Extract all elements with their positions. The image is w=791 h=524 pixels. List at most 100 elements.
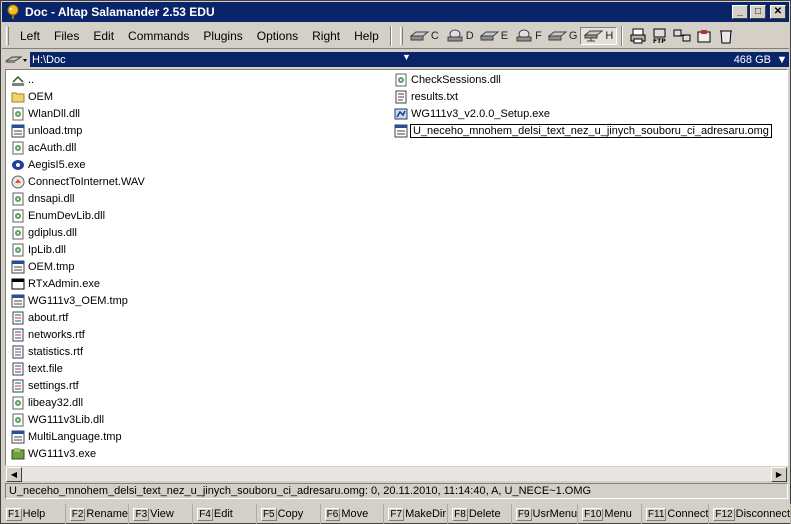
file-item[interactable]: OEM.tmp bbox=[6, 258, 145, 275]
file-item[interactable]: WG111v3_OEM.tmp bbox=[6, 292, 145, 309]
dll-icon bbox=[11, 141, 25, 155]
fkey-makedir-button[interactable]: F7 MakeDir bbox=[384, 504, 449, 524]
file-item[interactable]: RTxAdmin.exe bbox=[6, 275, 145, 292]
file-item[interactable]: unload.tmp bbox=[6, 122, 145, 139]
horizontal-scrollbar[interactable]: ◀ ▶ bbox=[5, 466, 788, 482]
fkey-key: F2 bbox=[69, 507, 86, 521]
menu-edit[interactable]: Edit bbox=[86, 27, 121, 45]
drive-button-g[interactable]: G bbox=[545, 27, 581, 45]
file-item[interactable]: IpLib.dll bbox=[6, 241, 145, 258]
file-name: ConnectToInternet.WAV bbox=[28, 175, 145, 188]
file-item[interactable]: ConnectToInternet.WAV bbox=[6, 173, 145, 190]
file-item[interactable]: libeay32.dll bbox=[6, 394, 145, 411]
file-name: libeay32.dll bbox=[28, 396, 84, 409]
current-path: H:\Doc bbox=[32, 53, 66, 66]
fkey-rename-button[interactable]: F2 Rename bbox=[66, 504, 130, 524]
fkey-view-button[interactable]: F3 View bbox=[129, 504, 194, 524]
drive-button-c[interactable]: C bbox=[407, 27, 442, 45]
file-item[interactable]: .. bbox=[6, 71, 145, 88]
menu-files[interactable]: Files bbox=[47, 27, 86, 45]
history-dropdown-icon[interactable]: ▼ bbox=[775, 54, 789, 66]
fkey-help-button[interactable]: F1 Help bbox=[2, 504, 66, 524]
file-item[interactable]: WG111v3_v2.0.0_Setup.exe bbox=[389, 105, 771, 122]
tools-icon[interactable] bbox=[694, 26, 714, 46]
doc-icon bbox=[11, 379, 25, 393]
file-item[interactable]: EnumDevLib.dll bbox=[6, 207, 145, 224]
file-item[interactable]: WlanDll.dll bbox=[6, 105, 145, 122]
file-item[interactable]: text.file bbox=[6, 360, 145, 377]
fkey-delete-button[interactable]: F8 Delete bbox=[448, 504, 512, 524]
file-item[interactable]: dnsapi.dll bbox=[6, 190, 145, 207]
audio-icon bbox=[11, 175, 25, 189]
fkey-edit-button[interactable]: F4 Edit bbox=[193, 504, 257, 524]
fkey-connect-button[interactable]: F11 Connect bbox=[642, 504, 710, 524]
menu-help[interactable]: Help bbox=[347, 27, 386, 45]
toolbar-separator bbox=[389, 25, 392, 46]
file-item[interactable]: WG111v3.exe bbox=[6, 445, 145, 462]
recycle-bin-icon[interactable] bbox=[716, 26, 736, 46]
menu-left[interactable]: Left bbox=[13, 27, 47, 45]
hdd-icon bbox=[479, 30, 501, 42]
file-item[interactable]: WG111v3Lib.dll bbox=[6, 411, 145, 428]
scroll-left-icon[interactable]: ◀ bbox=[6, 467, 22, 482]
menu-right[interactable]: Right bbox=[305, 27, 347, 45]
drive-button-h[interactable]: H bbox=[580, 26, 618, 45]
file-item[interactable]: statistics.rtf bbox=[6, 343, 145, 360]
change-drive-button[interactable] bbox=[2, 51, 30, 68]
file-item[interactable]: OEM bbox=[6, 88, 145, 105]
generic-file-icon bbox=[394, 124, 408, 138]
file-item[interactable]: AegisI5.exe bbox=[6, 156, 145, 173]
menu-commands[interactable]: Commands bbox=[121, 27, 196, 45]
drive-letter: F bbox=[535, 29, 542, 42]
ftp-connect-icon[interactable]: FTP bbox=[650, 26, 670, 46]
file-item[interactable]: U_neceho_mnohem_delsi_text_nez_u_jinych_… bbox=[389, 122, 772, 139]
fkey-key: F1 bbox=[6, 507, 22, 521]
file-item[interactable]: CheckSessions.dll bbox=[389, 71, 771, 88]
file-name: WlanDll.dll bbox=[28, 107, 80, 120]
title-bar[interactable]: Doc - Altap Salamander 2.53 EDU _ □ ✕ bbox=[2, 2, 789, 22]
close-button[interactable]: ✕ bbox=[770, 5, 786, 19]
fkey-key: F6 bbox=[324, 507, 341, 521]
file-item[interactable]: gdiplus.dll bbox=[6, 224, 145, 241]
drive-button-d[interactable]: D bbox=[442, 27, 477, 45]
doc-icon bbox=[11, 328, 25, 342]
file-item[interactable]: about.rtf bbox=[6, 309, 145, 326]
file-name: dnsapi.dll bbox=[28, 192, 75, 205]
drive-button-f[interactable]: F bbox=[511, 27, 545, 45]
file-name: networks.rtf bbox=[28, 328, 85, 341]
path-bar: H:\Doc ▼ 468 GB ▼ bbox=[2, 51, 789, 68]
network-icon[interactable] bbox=[672, 26, 692, 46]
drive-button-e[interactable]: E bbox=[477, 27, 511, 45]
file-panel[interactable]: .. OEM WlanDll.dll unload.tmp acAuth.dll Aegi… bbox=[5, 69, 788, 466]
fkey-menu-button[interactable]: F10 Menu bbox=[578, 504, 642, 524]
menu-plugins[interactable]: Plugins bbox=[196, 27, 249, 45]
fkey-move-button[interactable]: F6 Move bbox=[321, 504, 385, 524]
minimize-button[interactable]: _ bbox=[732, 5, 748, 19]
dll-icon bbox=[11, 209, 25, 223]
file-item[interactable]: results.txt bbox=[389, 88, 771, 105]
scroll-right-icon[interactable]: ▶ bbox=[771, 467, 787, 482]
toolbar-grip[interactable] bbox=[6, 26, 9, 45]
file-item[interactable]: acAuth.dll bbox=[6, 139, 145, 156]
drive-letter: E bbox=[500, 29, 509, 42]
file-name: OEM.tmp bbox=[28, 260, 75, 273]
toolbar-grip[interactable] bbox=[399, 26, 403, 45]
generic-file-icon bbox=[11, 260, 25, 274]
file-name: RTxAdmin.exe bbox=[28, 277, 100, 290]
fkey-copy-button[interactable]: F5 Copy bbox=[257, 504, 321, 524]
fkey-label: MakeDir bbox=[405, 508, 447, 520]
path-field[interactable]: H:\Doc ▼ 468 GB ▼ bbox=[30, 52, 789, 67]
file-item[interactable]: settings.rtf bbox=[6, 377, 145, 394]
file-name: text.file bbox=[28, 362, 63, 375]
maximize-button[interactable]: □ bbox=[750, 5, 766, 19]
file-name: WG111v3_v2.0.0_Setup.exe bbox=[411, 107, 551, 120]
fkey-disconnect-button[interactable]: F12 Disconnect bbox=[709, 504, 791, 524]
dropdown-arrow-icon[interactable]: ▼ bbox=[402, 52, 411, 62]
fkey-usrmenu-button[interactable]: F9 UsrMenu bbox=[512, 504, 579, 524]
file-item[interactable]: MultiLanguage.tmp bbox=[6, 428, 145, 445]
window-title: Doc - Altap Salamander 2.53 EDU bbox=[25, 5, 215, 19]
menu-options[interactable]: Options bbox=[250, 27, 305, 45]
file-item[interactable]: networks.rtf bbox=[6, 326, 145, 343]
drive-letter: D bbox=[465, 29, 474, 42]
print-icon[interactable] bbox=[628, 26, 648, 46]
